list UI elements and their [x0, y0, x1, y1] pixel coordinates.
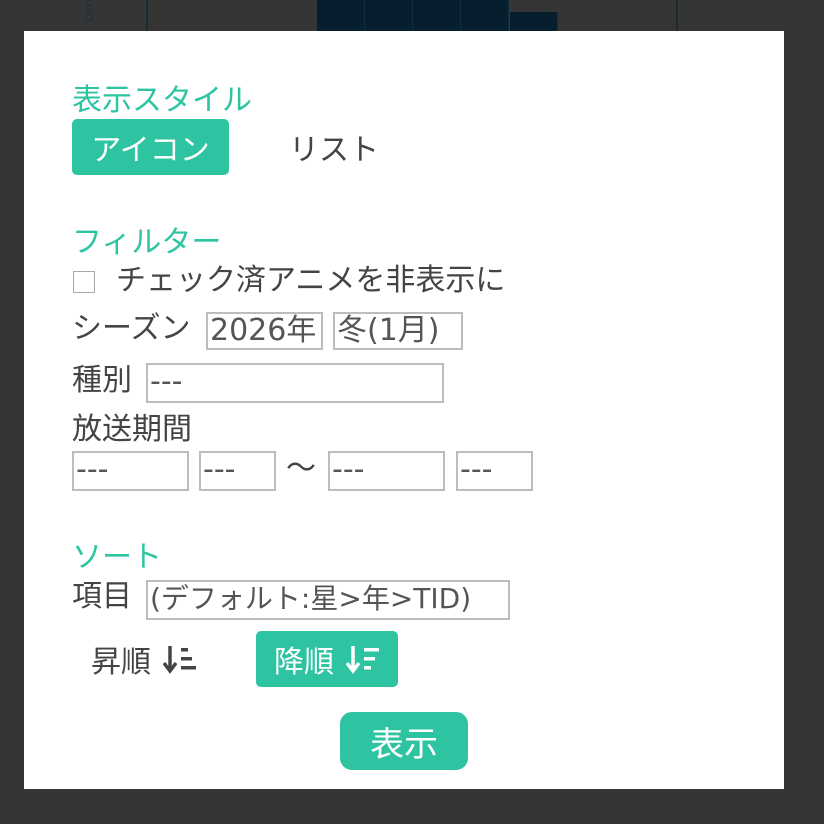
type-label: 種別	[72, 363, 132, 398]
background-bar	[365, 0, 413, 31]
season-label: シーズン	[72, 311, 191, 346]
background-axis-label: cent	[82, 0, 97, 22]
period-to-quarter-select[interactable]: ---	[456, 451, 533, 491]
sort-title: ソート	[72, 540, 162, 575]
period-label: 放送期間	[72, 412, 192, 447]
show-button[interactable]: 表示	[340, 712, 468, 770]
sort-ascending-icon	[163, 646, 196, 674]
background-axis-line	[146, 0, 148, 31]
background-bar	[510, 12, 558, 31]
sort-descending-button[interactable]: 降順	[256, 631, 398, 687]
list-view-button[interactable]: リスト	[274, 119, 394, 175]
sort-item-label: 項目	[72, 579, 132, 614]
background-bar	[413, 0, 461, 31]
hide-checked-checkbox[interactable]	[73, 271, 95, 293]
period-from-year-select[interactable]: ---	[72, 451, 189, 491]
icon-view-button[interactable]: アイコン	[72, 119, 229, 175]
settings-modal: 表示スタイル アイコン リスト フィルター チェック済アニメを非表示に シーズン…	[24, 31, 784, 789]
background-bar	[317, 0, 365, 31]
sort-item-select[interactable]: (デフォルト:星>年>TID)	[146, 580, 510, 620]
display-style-title: 表示スタイル	[72, 83, 252, 118]
sort-ascending-button[interactable]: 昇順	[76, 631, 212, 687]
sort-descending-icon	[346, 646, 379, 674]
type-select[interactable]: ---	[146, 363, 444, 403]
season-quarter-select[interactable]: 冬(1月)	[333, 312, 463, 350]
sort-ascending-label: 昇順	[91, 645, 151, 680]
period-from-quarter-select[interactable]: ---	[199, 451, 276, 491]
hide-checked-label: チェック済アニメを非表示に	[116, 263, 506, 298]
period-to-year-select[interactable]: ---	[328, 451, 445, 491]
period-separator: 〜	[286, 451, 316, 486]
season-year-select[interactable]: 2026年	[206, 312, 323, 350]
filter-title: フィルター	[72, 225, 222, 260]
sort-descending-label: 降順	[274, 645, 334, 680]
background-page: cent	[0, 0, 824, 31]
background-bar	[461, 0, 509, 31]
background-axis-line	[676, 0, 678, 31]
